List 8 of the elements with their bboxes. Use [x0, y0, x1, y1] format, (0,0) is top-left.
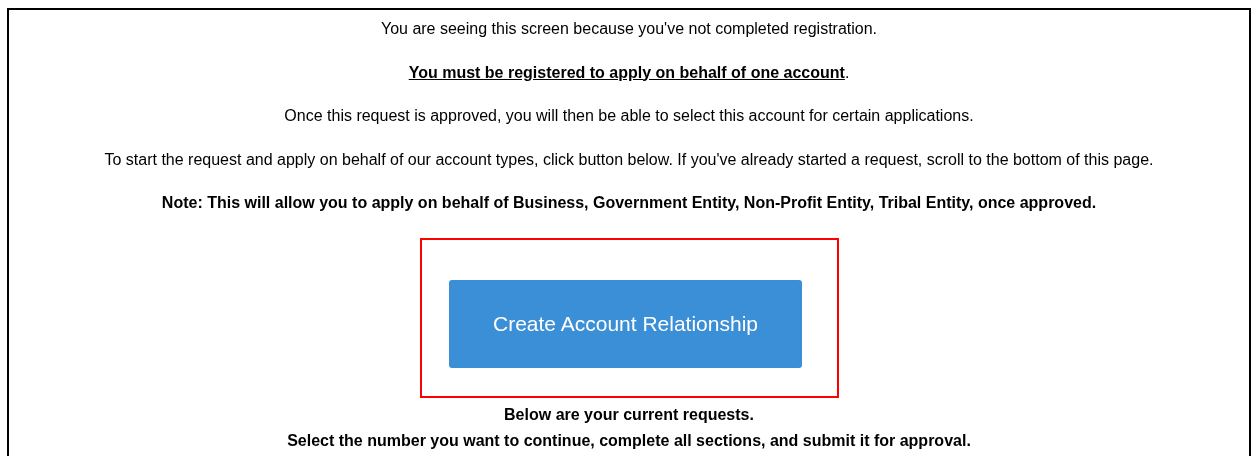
- instruction-text: You are seeing this screen because you've not completed registration.: [379, 20, 879, 38]
- instruction-text: You must be registered to apply on behalf of one account.: [407, 63, 851, 82]
- note-text: Note: This will allow you to apply on behalf of Business, Government Entity, Non-Profit Entity, Tribal Entity, once approved.: [160, 194, 1098, 212]
- instruction-text: To start the request and apply on behalf of our account types, click button below. If you've already started a request, scroll to the bottom of this page.: [103, 150, 1155, 169]
- instruction-text: Once this request is approved, you will then be able to select this account for certain applications.: [283, 107, 975, 125]
- note-text: Select the number you want to continue, complete all sections, and submit it for approval.: [286, 430, 972, 450]
- note-text: Below are your current requests.: [503, 404, 755, 424]
- create-account-relationship-button[interactable]: Create Account Relationship: [449, 279, 802, 368]
